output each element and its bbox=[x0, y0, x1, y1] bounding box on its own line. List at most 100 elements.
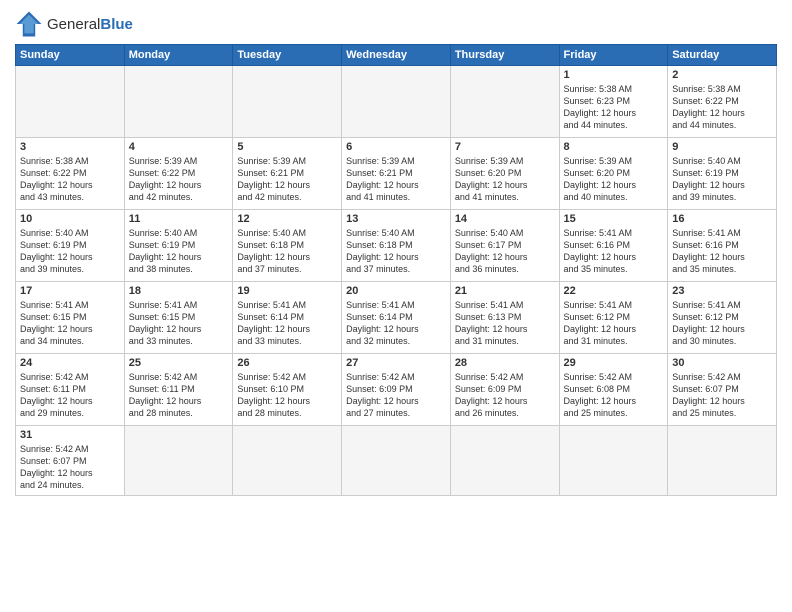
day-number: 8 bbox=[564, 141, 664, 153]
day-cell: 23Sunrise: 5:41 AM Sunset: 6:12 PM Dayli… bbox=[668, 282, 777, 354]
day-cell: 5Sunrise: 5:39 AM Sunset: 6:21 PM Daylig… bbox=[233, 138, 342, 210]
day-cell: 29 Sunrise: 5:42 AM Sunset: 6:08 PM Dayli… bbox=[559, 354, 668, 426]
day-cell bbox=[342, 426, 451, 496]
day-info: Sunrise: 5:41 AM Sunset: 6:14 PM Dayligh… bbox=[237, 299, 337, 348]
day-number: 1 bbox=[564, 69, 664, 81]
day-cell: 27 Sunrise: 5:42 AM Sunset: 6:09 PM Dayli… bbox=[342, 354, 451, 426]
col-header-sunday: Sunday bbox=[16, 45, 125, 66]
day-info: Sunrise: 5:39 AM Sunset: 6:22 PM Dayligh… bbox=[129, 155, 229, 204]
day-cell: 9Sunrise: 5:40 AM Sunset: 6:19 PM Daylig… bbox=[668, 138, 777, 210]
page: GeneralBlue SundayMondayTuesdayWednesday… bbox=[0, 0, 792, 612]
col-header-thursday: Thursday bbox=[450, 45, 559, 66]
week-row-6: 31 Sunrise: 5:42 AM Sunset: 6:07 PM Dayli… bbox=[16, 426, 777, 496]
day-info: Sunrise: 5:40 AM Sunset: 6:18 PM Dayligh… bbox=[237, 227, 337, 276]
day-cell bbox=[233, 66, 342, 138]
day-number: 9 bbox=[672, 141, 772, 153]
day-cell: 26 Sunrise: 5:42 AM Sunset: 6:10 PM Dayli… bbox=[233, 354, 342, 426]
day-info: Sunrise: 5:42 AM Sunset: 6:11 PM Dayligh… bbox=[20, 371, 120, 420]
day-number: 19 bbox=[237, 285, 337, 297]
day-number: 24 bbox=[20, 357, 120, 369]
day-cell: 22Sunrise: 5:41 AM Sunset: 6:12 PM Dayli… bbox=[559, 282, 668, 354]
day-info: Sunrise: 5:40 AM Sunset: 6:19 PM Dayligh… bbox=[20, 227, 120, 276]
day-number: 27 bbox=[346, 357, 446, 369]
day-cell: 25 Sunrise: 5:42 AM Sunset: 6:11 PM Dayli… bbox=[124, 354, 233, 426]
day-number: 5 bbox=[237, 141, 337, 153]
day-cell bbox=[124, 66, 233, 138]
day-cell bbox=[450, 66, 559, 138]
day-info: Sunrise: 5:38 AM Sunset: 6:22 PM Dayligh… bbox=[20, 155, 120, 204]
day-cell bbox=[559, 426, 668, 496]
day-info: Sunrise: 5:42 AM Sunset: 6:09 PM Dayligh… bbox=[455, 371, 555, 420]
day-cell: 6 Sunrise: 5:39 AM Sunset: 6:21 PM Daylig… bbox=[342, 138, 451, 210]
day-number: 3 bbox=[20, 141, 120, 153]
day-info: Sunrise: 5:39 AM Sunset: 6:21 PM Dayligh… bbox=[346, 155, 446, 204]
day-cell: 4Sunrise: 5:39 AM Sunset: 6:22 PM Daylig… bbox=[124, 138, 233, 210]
day-cell: 3 Sunrise: 5:38 AM Sunset: 6:22 PM Daylig… bbox=[16, 138, 125, 210]
day-info: Sunrise: 5:41 AM Sunset: 6:15 PM Dayligh… bbox=[20, 299, 120, 348]
day-number: 25 bbox=[129, 357, 229, 369]
day-info: Sunrise: 5:40 AM Sunset: 6:17 PM Dayligh… bbox=[455, 227, 555, 276]
day-cell: 13 Sunrise: 5:40 AM Sunset: 6:18 PM Dayli… bbox=[342, 210, 451, 282]
day-cell: 31 Sunrise: 5:42 AM Sunset: 6:07 PM Dayli… bbox=[16, 426, 125, 496]
week-row-5: 24 Sunrise: 5:42 AM Sunset: 6:11 PM Dayli… bbox=[16, 354, 777, 426]
day-cell: 30 Sunrise: 5:42 AM Sunset: 6:07 PM Dayli… bbox=[668, 354, 777, 426]
day-number: 7 bbox=[455, 141, 555, 153]
day-cell: 10 Sunrise: 5:40 AM Sunset: 6:19 PM Dayli… bbox=[16, 210, 125, 282]
day-info: Sunrise: 5:42 AM Sunset: 6:11 PM Dayligh… bbox=[129, 371, 229, 420]
day-number: 30 bbox=[672, 357, 772, 369]
day-cell: 19 Sunrise: 5:41 AM Sunset: 6:14 PM Dayli… bbox=[233, 282, 342, 354]
day-cell: 15Sunrise: 5:41 AM Sunset: 6:16 PM Dayli… bbox=[559, 210, 668, 282]
day-cell bbox=[668, 426, 777, 496]
week-row-4: 17Sunrise: 5:41 AM Sunset: 6:15 PM Dayli… bbox=[16, 282, 777, 354]
day-cell: 21 Sunrise: 5:41 AM Sunset: 6:13 PM Dayli… bbox=[450, 282, 559, 354]
day-info: Sunrise: 5:40 AM Sunset: 6:19 PM Dayligh… bbox=[129, 227, 229, 276]
day-number: 26 bbox=[237, 357, 337, 369]
day-cell: 24 Sunrise: 5:42 AM Sunset: 6:11 PM Dayli… bbox=[16, 354, 125, 426]
day-cell: 20Sunrise: 5:41 AM Sunset: 6:14 PM Dayli… bbox=[342, 282, 451, 354]
calendar-table: SundayMondayTuesdayWednesdayThursdayFrid… bbox=[15, 44, 777, 496]
day-number: 21 bbox=[455, 285, 555, 297]
day-info: Sunrise: 5:40 AM Sunset: 6:18 PM Dayligh… bbox=[346, 227, 446, 276]
day-number: 10 bbox=[20, 213, 120, 225]
day-info: Sunrise: 5:42 AM Sunset: 6:08 PM Dayligh… bbox=[564, 371, 664, 420]
day-cell: 11 Sunrise: 5:40 AM Sunset: 6:19 PM Dayli… bbox=[124, 210, 233, 282]
day-number: 23 bbox=[672, 285, 772, 297]
day-cell bbox=[124, 426, 233, 496]
header-row: SundayMondayTuesdayWednesdayThursdayFrid… bbox=[16, 45, 777, 66]
day-info: Sunrise: 5:42 AM Sunset: 6:07 PM Dayligh… bbox=[672, 371, 772, 420]
day-number: 31 bbox=[20, 429, 120, 441]
day-info: Sunrise: 5:38 AM Sunset: 6:23 PM Dayligh… bbox=[564, 83, 664, 132]
day-cell: 14Sunrise: 5:40 AM Sunset: 6:17 PM Dayli… bbox=[450, 210, 559, 282]
day-info: Sunrise: 5:39 AM Sunset: 6:20 PM Dayligh… bbox=[455, 155, 555, 204]
day-number: 29 bbox=[564, 357, 664, 369]
col-header-friday: Friday bbox=[559, 45, 668, 66]
week-row-2: 3 Sunrise: 5:38 AM Sunset: 6:22 PM Daylig… bbox=[16, 138, 777, 210]
day-info: Sunrise: 5:42 AM Sunset: 6:10 PM Dayligh… bbox=[237, 371, 337, 420]
day-cell: 1 Sunrise: 5:38 AM Sunset: 6:23 PM Daylig… bbox=[559, 66, 668, 138]
day-info: Sunrise: 5:42 AM Sunset: 6:07 PM Dayligh… bbox=[20, 443, 120, 492]
logo: GeneralBlue bbox=[15, 10, 133, 38]
day-number: 11 bbox=[129, 213, 229, 225]
day-cell: 12 Sunrise: 5:40 AM Sunset: 6:18 PM Dayli… bbox=[233, 210, 342, 282]
col-header-wednesday: Wednesday bbox=[342, 45, 451, 66]
day-cell bbox=[342, 66, 451, 138]
day-number: 20 bbox=[346, 285, 446, 297]
day-number: 18 bbox=[129, 285, 229, 297]
day-info: Sunrise: 5:39 AM Sunset: 6:20 PM Dayligh… bbox=[564, 155, 664, 204]
day-cell bbox=[233, 426, 342, 496]
day-cell: 7 Sunrise: 5:39 AM Sunset: 6:20 PM Daylig… bbox=[450, 138, 559, 210]
day-info: Sunrise: 5:42 AM Sunset: 6:09 PM Dayligh… bbox=[346, 371, 446, 420]
day-cell: 8 Sunrise: 5:39 AM Sunset: 6:20 PM Daylig… bbox=[559, 138, 668, 210]
day-info: Sunrise: 5:41 AM Sunset: 6:16 PM Dayligh… bbox=[672, 227, 772, 276]
col-header-saturday: Saturday bbox=[668, 45, 777, 66]
day-number: 16 bbox=[672, 213, 772, 225]
day-cell bbox=[450, 426, 559, 496]
day-number: 6 bbox=[346, 141, 446, 153]
day-cell: 16 Sunrise: 5:41 AM Sunset: 6:16 PM Dayli… bbox=[668, 210, 777, 282]
day-number: 13 bbox=[346, 213, 446, 225]
day-number: 12 bbox=[237, 213, 337, 225]
col-header-tuesday: Tuesday bbox=[233, 45, 342, 66]
day-info: Sunrise: 5:41 AM Sunset: 6:13 PM Dayligh… bbox=[455, 299, 555, 348]
day-cell: 28Sunrise: 5:42 AM Sunset: 6:09 PM Dayli… bbox=[450, 354, 559, 426]
day-cell: 18Sunrise: 5:41 AM Sunset: 6:15 PM Dayli… bbox=[124, 282, 233, 354]
